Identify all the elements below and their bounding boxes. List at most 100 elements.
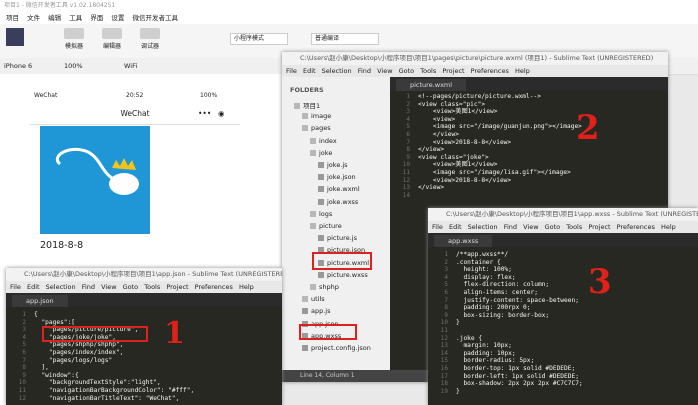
menu-preferences[interactable]: Preferences: [617, 223, 655, 231]
menu-view[interactable]: View: [101, 283, 116, 291]
code-line: <view>美图1</view>: [418, 161, 498, 169]
menu-edit[interactable]: Edit: [449, 223, 462, 231]
line-number: 8: [444, 304, 448, 312]
zoom-select[interactable]: 100%: [64, 58, 83, 74]
simulator-button[interactable]: 模拟器: [56, 28, 92, 56]
window-title: C:\Users\赵小康\Desktop\小程序项目\项目1\app.wxss …: [428, 208, 698, 221]
tab-bar: picture.wxml: [390, 77, 668, 91]
device-select[interactable]: iPhone 6: [4, 62, 32, 70]
menu-help[interactable]: Help: [661, 223, 676, 231]
menu-preferences[interactable]: Preferences: [195, 283, 233, 291]
tree-item-label: joke.wxml: [327, 185, 360, 194]
highlight-pages-picture: [42, 326, 148, 342]
tree-item[interactable]: picture.wxss: [318, 271, 368, 279]
menu-help[interactable]: Help: [515, 67, 530, 75]
menu-project[interactable]: Project: [588, 223, 610, 231]
line-number: 14: [402, 191, 410, 199]
debugger-button[interactable]: 调试器: [132, 28, 168, 56]
menu-view[interactable]: View: [377, 67, 392, 75]
tab-app-json[interactable]: app.json: [12, 295, 68, 307]
menu-project[interactable]: Project: [442, 67, 464, 75]
menu-goto[interactable]: Goto: [399, 67, 415, 75]
menu-goto[interactable]: Goto: [123, 283, 139, 291]
menu-item-tools[interactable]: 工具: [69, 14, 82, 22]
line-number: 11: [18, 386, 26, 394]
network-select[interactable]: WiFi: [124, 58, 137, 74]
tree-item[interactable]: 项目1: [294, 100, 320, 110]
tree-item[interactable]: joke.wxss: [318, 198, 358, 206]
tree-item[interactable]: project.config.json: [302, 344, 371, 352]
editor-button[interactable]: 编辑器: [94, 28, 130, 56]
date-text: 2018-8-8: [40, 240, 84, 251]
menu-item-settings[interactable]: 设置: [111, 14, 124, 22]
tab-bar: app.wxss: [428, 233, 698, 247]
avatar[interactable]: [6, 28, 24, 46]
menu-item-wechat-devtools[interactable]: 微信开发者工具: [132, 14, 178, 22]
tree-item[interactable]: pages: [302, 124, 331, 132]
menu-goto[interactable]: Goto: [545, 223, 561, 231]
menu-item-file[interactable]: 文件: [27, 14, 40, 22]
line-number: 1: [406, 93, 410, 100]
more-icon[interactable]: •••: [198, 104, 211, 124]
mode-select[interactable]: 小程序模式: [230, 33, 288, 45]
menu-tools[interactable]: Tools: [566, 223, 582, 231]
tree-item[interactable]: joke.js: [318, 161, 348, 169]
time-text: 20:52: [126, 92, 144, 99]
tree-item[interactable]: index: [310, 137, 337, 145]
code-line: </view>: [418, 184, 445, 192]
sperm-crown-image: [56, 147, 139, 195]
menu-project[interactable]: Project: [166, 283, 188, 291]
file-icon: [318, 235, 324, 242]
menu-tools[interactable]: Tools: [420, 67, 436, 75]
menu-find[interactable]: Find: [358, 67, 371, 75]
tree-item[interactable]: image: [302, 112, 331, 120]
tree-item[interactable]: picture: [310, 222, 342, 230]
menu-selection[interactable]: Selection: [468, 223, 498, 231]
code-line: display: flex;: [456, 273, 516, 281]
menu-item-edit[interactable]: 编辑: [48, 14, 61, 22]
compile-select[interactable]: 普通编译: [311, 33, 379, 45]
tree-item[interactable]: utils: [302, 295, 325, 303]
phone-status-bar: WeChat 20:52 100%: [30, 92, 240, 102]
menu-help[interactable]: Help: [239, 283, 254, 291]
line-number: 16: [440, 364, 448, 372]
menu-edit[interactable]: Edit: [303, 67, 316, 75]
tree-item[interactable]: shphp: [310, 283, 339, 291]
menu-preferences[interactable]: Preferences: [471, 67, 509, 75]
line-number: 4: [406, 115, 410, 123]
line-number: 11: [440, 326, 448, 334]
file-icon: [318, 271, 324, 278]
menu-find[interactable]: Find: [82, 283, 95, 291]
menu-selection[interactable]: Selection: [322, 67, 352, 75]
code-line: box-shadow: 2px 2px 2px #C7C7C7;: [456, 380, 583, 388]
tree-item[interactable]: logs: [310, 210, 332, 218]
menu-edit[interactable]: Edit: [27, 283, 40, 291]
tree-item[interactable]: joke.wxml: [318, 185, 360, 193]
menu-file[interactable]: File: [286, 67, 297, 75]
line-number: 6: [406, 130, 410, 138]
menu-find[interactable]: Find: [504, 223, 517, 231]
tree-item-label: utils: [311, 295, 325, 304]
tree-item-label: joke.wxss: [327, 197, 359, 206]
menu-item-project[interactable]: 项目: [6, 14, 19, 22]
code-editor-appwxss[interactable]: 1 2 3 4 5 6 7 8 9 10 11 12 13 14 15 16 17 18 19 /**app.wxs…: [428, 251, 698, 405]
menu-view[interactable]: View: [523, 223, 538, 231]
tab-picture-wxml[interactable]: picture.wxml: [396, 79, 467, 91]
code-line: "pages/logs/logs": [34, 356, 113, 364]
menu-item-view[interactable]: 界面: [90, 14, 103, 22]
menu-selection[interactable]: Selection: [46, 283, 76, 291]
menu-file[interactable]: File: [10, 283, 21, 291]
tree-item[interactable]: picture.js: [318, 234, 357, 242]
close-target-icon[interactable]: ◉: [218, 104, 225, 124]
tree-item[interactable]: joke.json: [318, 173, 356, 181]
tab-app-wxss[interactable]: app.wxss: [434, 235, 493, 247]
menu-file[interactable]: File: [432, 223, 443, 231]
menu-tools[interactable]: Tools: [144, 283, 160, 291]
code-line: align-items: center;: [456, 288, 538, 296]
line-number: 6: [22, 348, 26, 356]
code-line: height: 100%;: [456, 266, 512, 274]
tree-item[interactable]: joke: [310, 149, 332, 157]
line-number: 11: [402, 168, 410, 176]
tree-item[interactable]: app.js: [302, 307, 331, 315]
